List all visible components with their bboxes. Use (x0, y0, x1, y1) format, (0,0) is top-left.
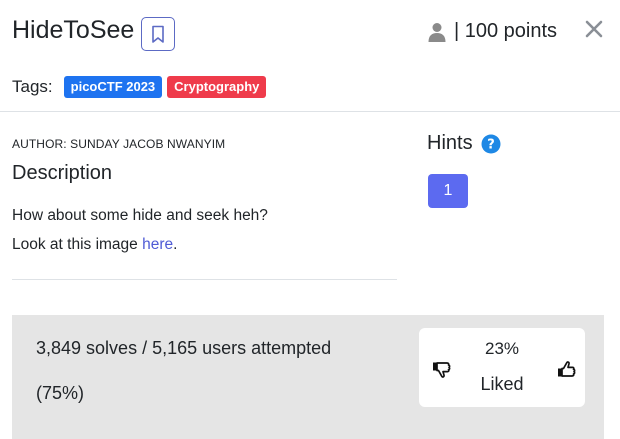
hint-1-button[interactable]: 1 (428, 174, 468, 208)
hints-heading: Hints ? (427, 132, 501, 155)
description-divider (12, 279, 397, 280)
user-icon (428, 22, 446, 42)
user-points: | 100 points (428, 20, 557, 43)
description-link-prefix: Look at this image (12, 236, 143, 253)
solve-percentage: (75%) (36, 383, 85, 403)
solves-count: 3,849 solves / 5,165 users attempted (36, 338, 332, 358)
tag-picoctf-2023[interactable]: picoCTF 2023 (63, 76, 163, 98)
like-card: 23% Liked (419, 328, 585, 407)
description-link-suffix: . (173, 236, 178, 253)
svg-text:?: ? (487, 137, 495, 152)
challenge-header: HideToSee | 100 points Tags: picoCTF 202… (0, 0, 620, 112)
tags-label: Tags: (12, 77, 53, 96)
bookmark-icon (152, 25, 164, 43)
image-link[interactable]: here (142, 236, 173, 253)
question-circle-icon[interactable]: ? (481, 134, 501, 154)
liked-percent: 23% (484, 339, 520, 358)
description-heading: Description (12, 162, 113, 184)
tag-cryptography[interactable]: Cryptography (167, 76, 267, 98)
close-icon[interactable] (584, 19, 604, 39)
hints-label: Hints (427, 132, 473, 154)
stats-panel: 3,849 solves / 5,165 users attempted (75… (12, 315, 604, 439)
description-text: How about some hide and seek heh? (12, 207, 268, 224)
tags-row: Tags: picoCTF 2023 Cryptography (12, 76, 267, 98)
description-link-line: Look at this image here. (12, 236, 177, 254)
bookmark-button[interactable] (141, 17, 175, 51)
points-label: | 100 points (454, 20, 558, 42)
challenge-title: HideToSee (12, 16, 135, 44)
author-label: AUTHOR: SUNDAY JACOB NWANYIM (12, 137, 226, 151)
thumbs-up-icon[interactable] (557, 360, 577, 378)
